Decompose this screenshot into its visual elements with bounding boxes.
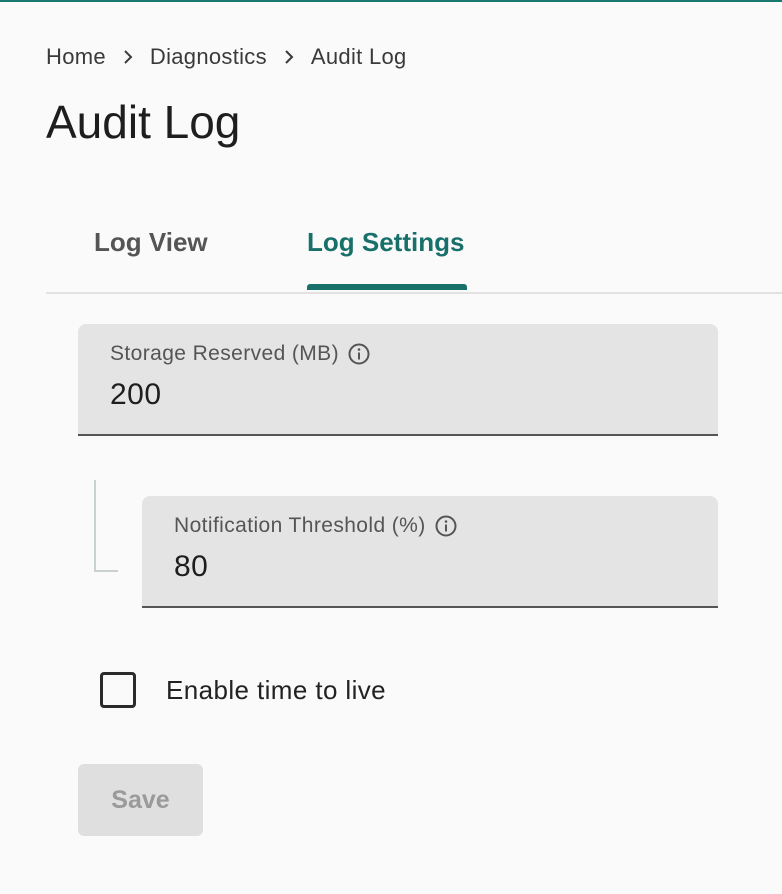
breadcrumb-audit-log: Audit Log xyxy=(310,44,407,69)
breadcrumb: Home Diagnostics Audit Log xyxy=(46,44,407,70)
storage-reserved-label-text: Storage Reserved (MB) xyxy=(110,342,339,365)
nesting-connector xyxy=(94,480,118,572)
active-tab-indicator xyxy=(307,284,467,290)
top-accent-bar xyxy=(0,0,782,2)
enable-ttl-option[interactable]: Enable time to live xyxy=(100,672,386,708)
notification-threshold-label: Notification Threshold (%) xyxy=(174,514,458,538)
enable-ttl-checkbox[interactable] xyxy=(100,672,136,708)
breadcrumb-home[interactable]: Home xyxy=(46,44,106,70)
chevron-right-icon xyxy=(281,49,297,65)
notification-threshold-input[interactable] xyxy=(174,550,674,584)
storage-reserved-label: Storage Reserved (MB) xyxy=(110,342,371,366)
enable-ttl-label[interactable]: Enable time to live xyxy=(166,675,386,706)
storage-reserved-input[interactable] xyxy=(110,378,610,412)
page-title: Audit Log xyxy=(46,96,241,148)
tab-log-view[interactable]: Log View xyxy=(94,212,208,290)
info-icon[interactable] xyxy=(434,514,458,538)
tab-log-settings[interactable]: Log Settings xyxy=(307,212,464,290)
storage-reserved-field[interactable]: Storage Reserved (MB) xyxy=(78,324,718,436)
notification-threshold-label-text: Notification Threshold (%) xyxy=(174,514,426,537)
tab-bar: Log View Log Settings xyxy=(46,212,782,294)
save-button[interactable]: Save xyxy=(78,764,203,836)
info-icon[interactable] xyxy=(347,342,371,366)
notification-threshold-field[interactable]: Notification Threshold (%) xyxy=(142,496,718,608)
chevron-right-icon xyxy=(120,49,136,65)
breadcrumb-diagnostics[interactable]: Diagnostics xyxy=(150,44,267,70)
